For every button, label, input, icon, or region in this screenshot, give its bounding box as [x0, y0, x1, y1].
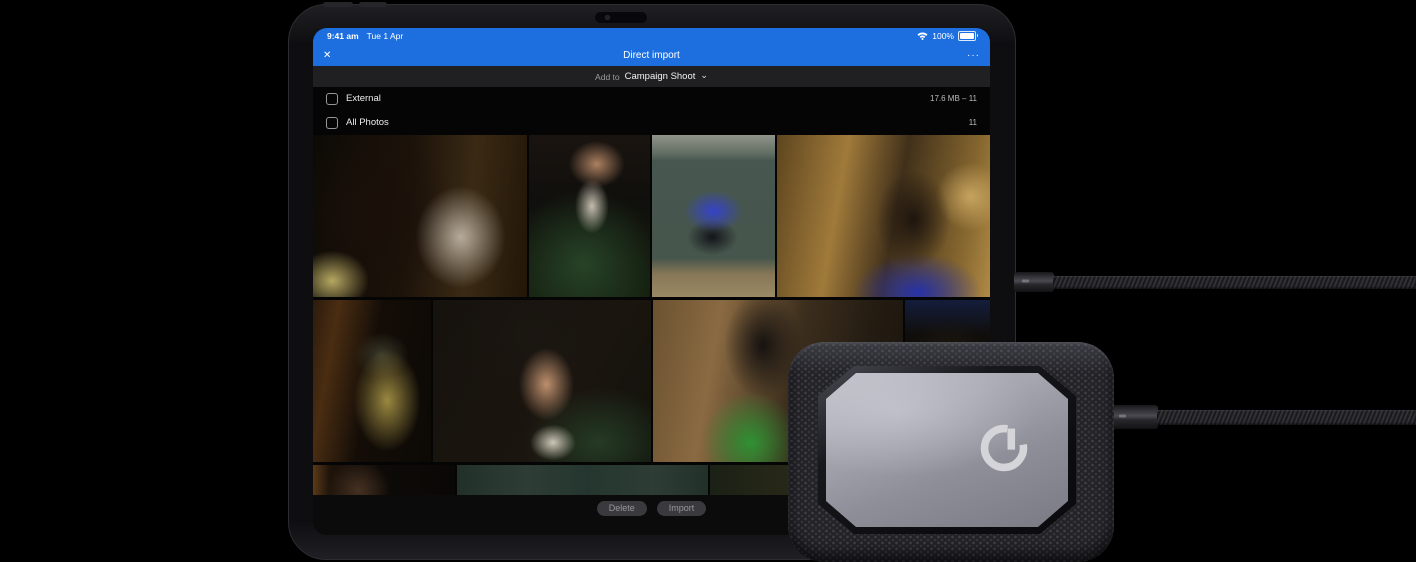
photo-thumbnail[interactable] — [313, 465, 455, 495]
source-row-external[interactable]: External 17.6 MB – 11 — [313, 89, 990, 108]
source-meta: 17.6 MB – 11 — [930, 94, 977, 103]
sensor-dot — [679, 15, 683, 19]
app-header: ✕ Direct import ··· — [313, 44, 990, 66]
photo-thumbnail[interactable] — [529, 135, 650, 297]
braided-cable — [1053, 276, 1416, 289]
photo-thumbnail[interactable] — [313, 300, 431, 462]
source-label: All Photos — [346, 117, 389, 128]
photo-thumbnail[interactable] — [652, 135, 775, 297]
add-to-bar: Add to Campaign Shoot ⌄ — [313, 66, 990, 87]
close-icon[interactable]: ✕ — [323, 44, 331, 66]
drive-metal-plate — [826, 373, 1068, 527]
front-camera-housing — [595, 12, 647, 23]
source-meta: 11 — [968, 118, 977, 127]
chevron-down-icon[interactable]: ⌄ — [700, 70, 708, 81]
photo-thumbnail[interactable] — [433, 300, 651, 462]
album-selector[interactable]: Campaign Shoot — [625, 71, 696, 82]
usb-c-connector — [1111, 405, 1158, 429]
connector-logo-mark — [1022, 279, 1029, 283]
external-ssd-drive: G — [788, 342, 1114, 562]
braided-cable — [1157, 410, 1416, 425]
wifi-icon — [917, 32, 928, 40]
battery-percent: 100% — [932, 31, 954, 41]
photo-thumbnail[interactable] — [777, 135, 990, 297]
g-drive-logo-icon — [980, 424, 1028, 472]
status-date: Tue 1 Apr — [366, 31, 404, 41]
source-row-all-photos[interactable]: All Photos 11 — [313, 113, 990, 132]
checkbox-all-photos[interactable] — [326, 116, 338, 129]
usb-c-connector — [1014, 272, 1054, 292]
checkbox-external[interactable] — [326, 92, 338, 105]
delete-button[interactable]: Delete — [596, 501, 647, 516]
volume-button — [323, 2, 353, 7]
battery-icon — [958, 31, 978, 41]
photo-thumbnail[interactable] — [313, 135, 527, 297]
scene: { "scene": { "description": "iPad in lan… — [0, 0, 1416, 562]
import-button[interactable]: Import — [656, 501, 707, 516]
photo-thumbnail[interactable] — [457, 465, 708, 495]
source-label: External — [346, 93, 381, 104]
volume-button — [359, 2, 387, 7]
front-camera-icon — [605, 15, 610, 20]
page-title: Direct import — [623, 49, 680, 61]
status-time: 9:41 am — [327, 31, 359, 41]
status-bar: 9:41 am Tue 1 Apr 100% — [313, 28, 990, 44]
more-options-icon[interactable]: ··· — [967, 44, 980, 66]
connector-logo-mark — [1119, 414, 1126, 418]
add-to-label: Add to — [595, 71, 620, 82]
